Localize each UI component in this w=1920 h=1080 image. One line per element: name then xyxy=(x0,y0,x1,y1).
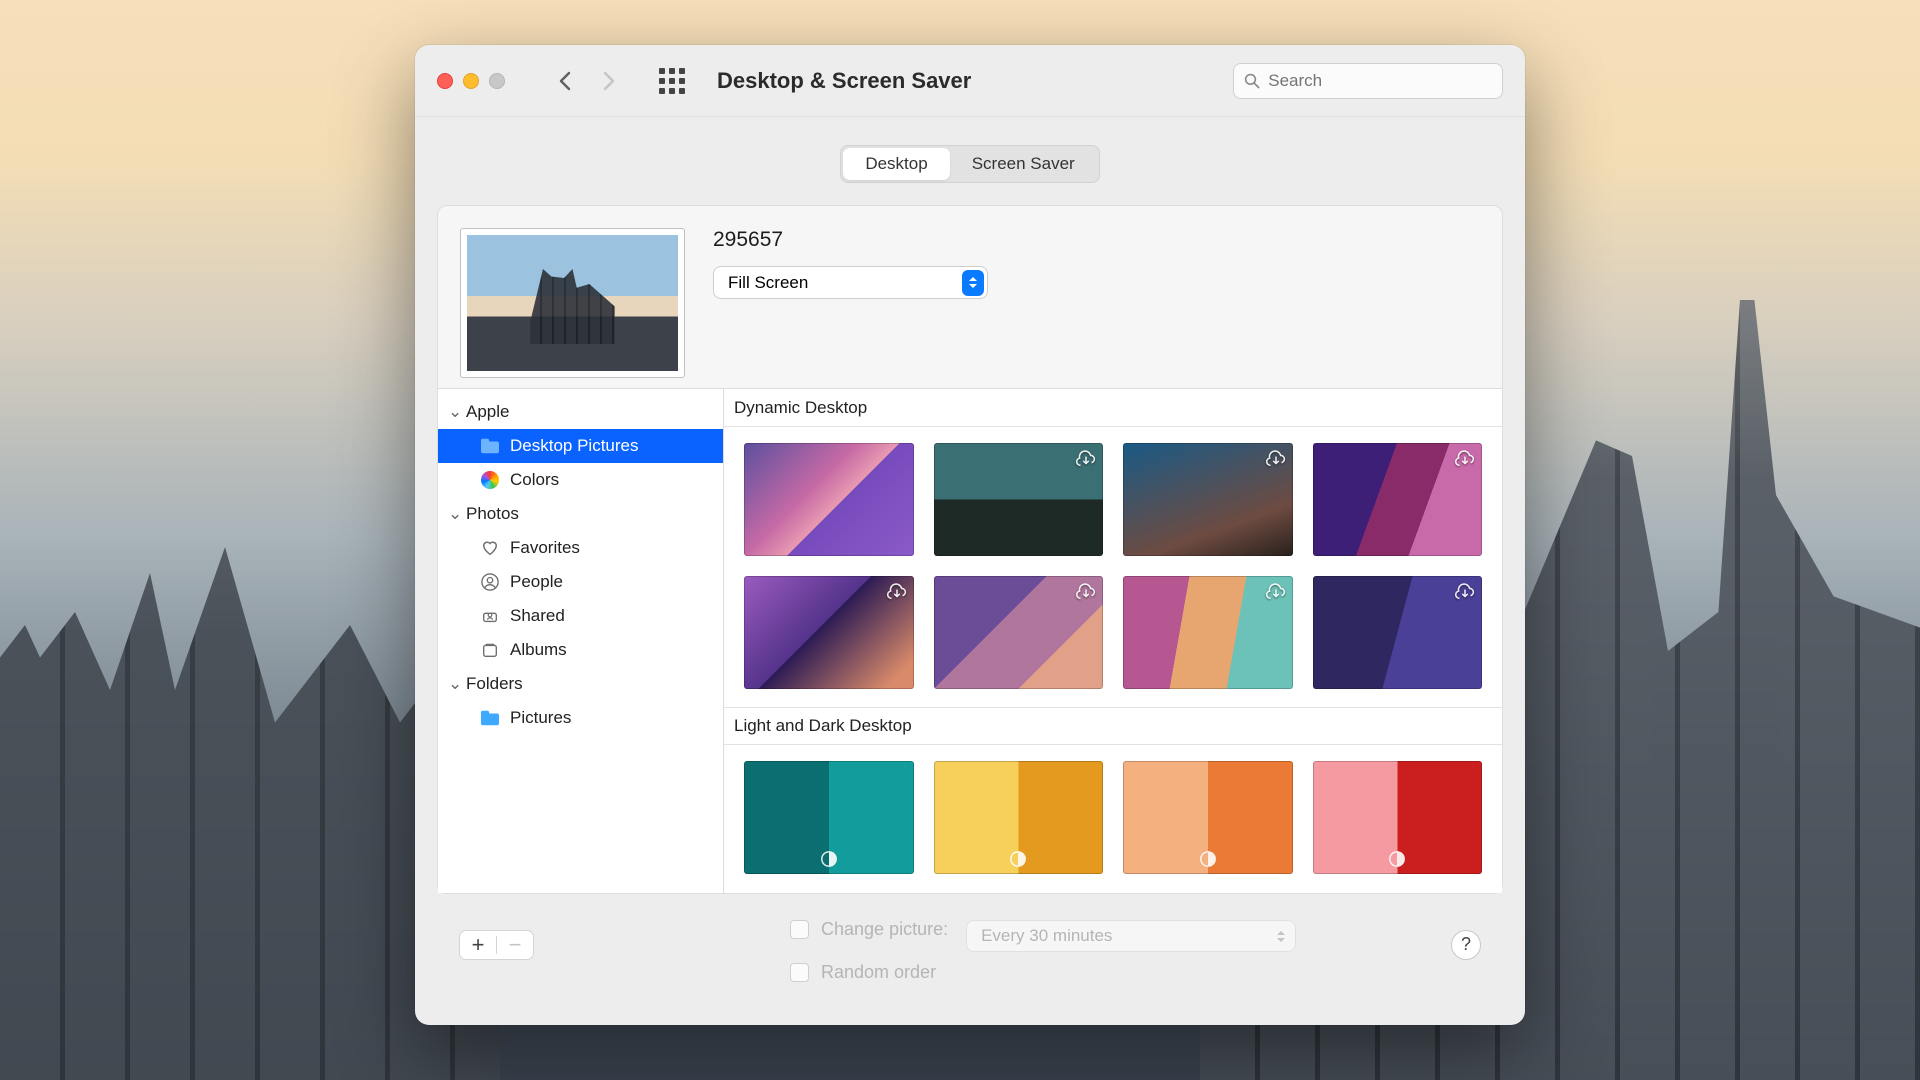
chevron-updown-icon xyxy=(1270,923,1292,949)
show-all-icon[interactable] xyxy=(659,68,685,94)
add-folder-button[interactable]: + xyxy=(460,931,496,959)
window-title: Desktop & Screen Saver xyxy=(717,68,971,94)
help-button[interactable]: ? xyxy=(1451,930,1481,960)
wallpaper-thumb[interactable] xyxy=(1123,576,1293,689)
group-apple[interactable]: ⌄Apple xyxy=(438,395,723,429)
current-wallpaper-preview xyxy=(460,228,685,378)
current-wallpaper-row: 295657 Fill Screen xyxy=(438,206,1502,388)
appearance-cycle-icon xyxy=(1388,850,1406,868)
wallpaper-thumb[interactable] xyxy=(1123,761,1293,874)
appearance-cycle-icon xyxy=(1199,850,1217,868)
cloud-download-icon xyxy=(1075,582,1097,602)
sidebar-item-albums[interactable]: Albums xyxy=(438,633,723,667)
random-order-label: Random order xyxy=(821,962,936,983)
wallpaper-thumb[interactable] xyxy=(744,576,914,689)
current-wallpaper-meta: 295657 Fill Screen xyxy=(713,228,988,378)
heart-icon xyxy=(480,538,500,558)
system-preferences-window: Desktop & Screen Saver Desktop Screen Sa… xyxy=(415,45,1525,1025)
remove-folder-button[interactable]: − xyxy=(497,931,533,959)
albums-icon xyxy=(480,640,500,660)
wallpaper-thumb[interactable] xyxy=(934,761,1104,874)
search-input[interactable] xyxy=(1268,71,1492,91)
appearance-cycle-icon xyxy=(820,850,838,868)
appearance-cycle-icon xyxy=(1009,850,1027,868)
segmented-control: Desktop Screen Saver xyxy=(840,145,1099,183)
chevron-updown-icon xyxy=(962,270,984,296)
fit-mode-value: Fill Screen xyxy=(728,273,808,293)
section-header-dynamic: Dynamic Desktop xyxy=(724,389,1502,427)
content-card: 295657 Fill Screen ⌄Apple Desktop Pictur… xyxy=(437,205,1503,894)
search-icon xyxy=(1244,72,1260,90)
add-remove-control: + − xyxy=(459,930,534,960)
grid-light-dark xyxy=(724,745,1502,882)
close-button[interactable] xyxy=(437,73,453,89)
split-area: ⌄Apple Desktop Pictures Colors ⌄Photos F… xyxy=(438,388,1502,893)
chevron-down-icon: ⌄ xyxy=(448,674,460,694)
wallpaper-thumb[interactable] xyxy=(934,576,1104,689)
change-picture-label: Change picture: xyxy=(821,919,948,940)
shared-icon xyxy=(480,606,500,626)
random-order-row: Random order xyxy=(790,962,1296,983)
options-column: Change picture: Every 30 minutes Random … xyxy=(790,906,1296,983)
wallpaper-thumb[interactable] xyxy=(1313,576,1483,689)
current-wallpaper-name: 295657 xyxy=(713,228,988,252)
tab-screensaver[interactable]: Screen Saver xyxy=(950,148,1097,180)
cloud-download-icon xyxy=(1265,449,1287,469)
folder-icon xyxy=(480,436,500,456)
pane-body: Desktop Screen Saver 295657 Fill Screen … xyxy=(415,117,1525,1025)
cloud-download-icon xyxy=(1454,449,1476,469)
group-photos[interactable]: ⌄Photos xyxy=(438,497,723,531)
random-order-checkbox[interactable] xyxy=(790,963,809,982)
chevron-down-icon: ⌄ xyxy=(448,504,460,524)
minimize-button[interactable] xyxy=(463,73,479,89)
footer-row: + − Change picture: Every 30 minutes Ran… xyxy=(437,894,1503,1005)
sidebar-item-people[interactable]: People xyxy=(438,565,723,599)
tab-desktop[interactable]: Desktop xyxy=(843,148,949,180)
fit-mode-popup[interactable]: Fill Screen xyxy=(713,266,988,299)
cloud-download-icon xyxy=(1075,449,1097,469)
grid-dynamic xyxy=(724,427,1502,707)
wallpaper-thumb[interactable] xyxy=(744,761,914,874)
wallpaper-thumb[interactable] xyxy=(744,443,914,556)
wallpaper-browser: Dynamic Desktop Light and Dark Desktop xyxy=(724,389,1502,893)
person-icon xyxy=(480,572,500,592)
change-interval-popup[interactable]: Every 30 minutes xyxy=(966,920,1296,952)
color-wheel-icon xyxy=(480,470,500,490)
folder-icon xyxy=(480,708,500,728)
zoom-button[interactable] xyxy=(489,73,505,89)
cloud-download-icon xyxy=(1454,582,1476,602)
wallpaper-thumb[interactable] xyxy=(1313,761,1483,874)
change-picture-row: Change picture: Every 30 minutes xyxy=(790,906,1296,952)
sidebar-item-favorites[interactable]: Favorites xyxy=(438,531,723,565)
group-folders[interactable]: ⌄Folders xyxy=(438,667,723,701)
sidebar-item-pictures[interactable]: Pictures xyxy=(438,701,723,735)
back-button[interactable] xyxy=(543,65,587,97)
chevron-down-icon: ⌄ xyxy=(448,402,460,422)
source-sidebar: ⌄Apple Desktop Pictures Colors ⌄Photos F… xyxy=(438,389,724,893)
toolbar: Desktop & Screen Saver xyxy=(415,45,1525,117)
sidebar-item-desktop-pictures[interactable]: Desktop Pictures xyxy=(438,429,723,463)
search-field[interactable] xyxy=(1233,63,1503,99)
sidebar-item-shared[interactable]: Shared xyxy=(438,599,723,633)
change-picture-checkbox[interactable] xyxy=(790,920,809,939)
wallpaper-thumb[interactable] xyxy=(1313,443,1483,556)
section-header-light-dark: Light and Dark Desktop xyxy=(724,707,1502,745)
cloud-download-icon xyxy=(1265,582,1287,602)
cloud-download-icon xyxy=(886,582,908,602)
forward-button[interactable] xyxy=(587,65,631,97)
sidebar-item-colors[interactable]: Colors xyxy=(438,463,723,497)
window-controls xyxy=(437,73,505,89)
wallpaper-thumb[interactable] xyxy=(1123,443,1293,556)
wallpaper-thumb[interactable] xyxy=(934,443,1104,556)
nav-arrows xyxy=(543,65,631,97)
